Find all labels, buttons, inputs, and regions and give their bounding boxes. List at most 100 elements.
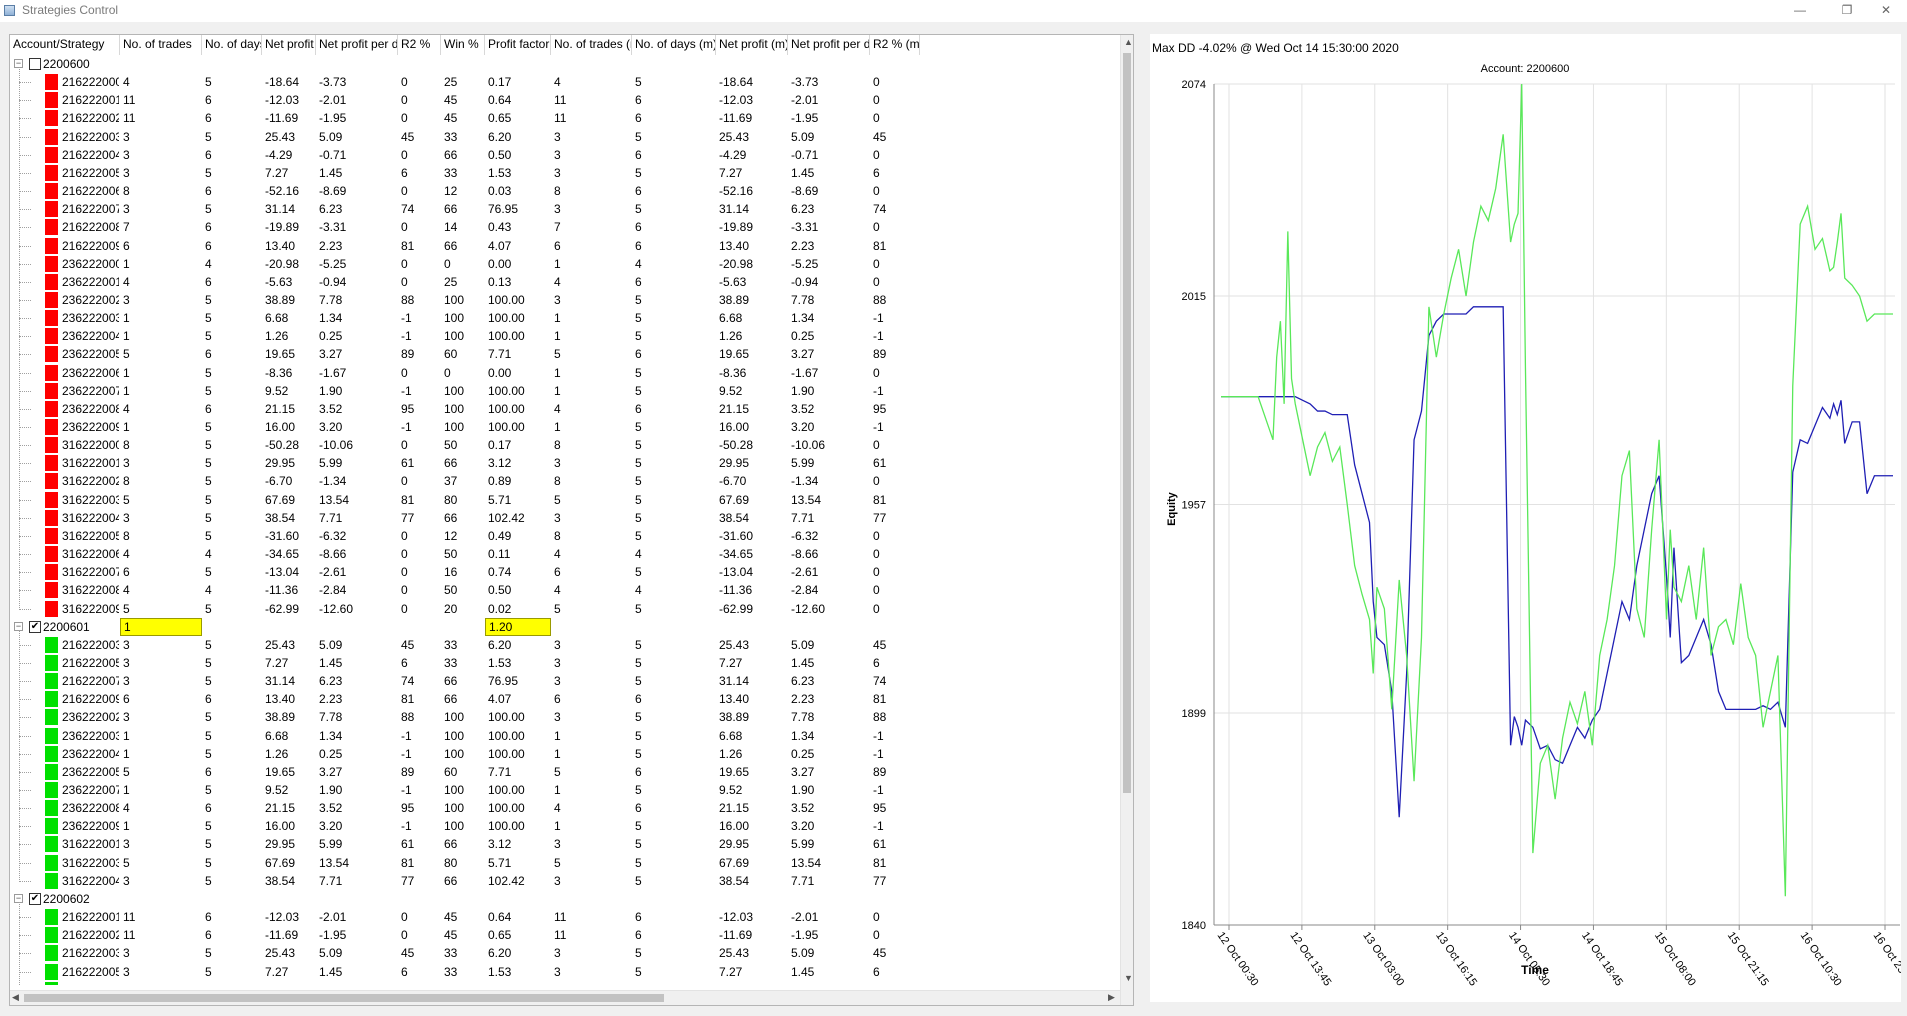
strategy-row[interactable]: 236222009 1 5 16.00 3.20 -1 100 100.00 1 5 16.00 3.… xyxy=(10,817,1120,835)
strategies-tree[interactable]: Account/Strategy No. of trades No. of days… xyxy=(9,34,1134,1006)
strategy-row[interactable]: 236222004 1 5 1.26 0.25 -1 100 100.00 1 5 1.26 0.25… xyxy=(10,745,1120,763)
strategy-row[interactable]: 236222004 1 5 1.26 0.25 -1 100 100.00 1 5 1.26 0.25… xyxy=(10,327,1120,345)
strategy-row[interactable]: 2162220073531.146.23746676.953531.146.23… xyxy=(10,981,1120,985)
strategy-status-indicator[interactable] xyxy=(45,473,58,490)
account-row[interactable]: − ✔ 2200602 xyxy=(10,889,1120,908)
strategy-status-indicator[interactable] xyxy=(45,782,58,798)
strategy-status-indicator[interactable] xyxy=(45,491,58,508)
column-header[interactable]: Net profit xyxy=(262,35,316,55)
strategy-row[interactable]: 216222004 3 6 -4.29 -0.71 0 66 0.50 3 6 -4.29 -0.71… xyxy=(10,146,1120,164)
strategy-status-indicator[interactable] xyxy=(45,945,58,962)
column-header[interactable]: No. of trades (m) xyxy=(551,35,632,55)
strategy-row[interactable]: 216222008 7 6 -19.89 -3.31 0 14 0.43 7 6 -19.89 -3.… xyxy=(10,218,1120,236)
strategy-status-indicator[interactable] xyxy=(45,963,58,980)
horizontal-scroll-thumb[interactable] xyxy=(24,994,664,1002)
column-header[interactable]: Net profit per day xyxy=(788,35,870,55)
column-header[interactable]: R2 % xyxy=(398,35,441,55)
account-row[interactable]: − ✔ 2200601 1 1.20 xyxy=(10,617,1120,636)
horizontal-scrollbar[interactable]: ◀ ▶ xyxy=(10,990,1120,1005)
strategy-status-indicator[interactable] xyxy=(45,201,58,218)
strategy-status-indicator[interactable] xyxy=(45,927,58,944)
column-header[interactable]: Net profit per day xyxy=(316,35,398,55)
strategy-row[interactable]: 236222008 4 6 21.15 3.52 95 100 100.00 4 6 21.15 3.… xyxy=(10,400,1120,418)
strategy-status-indicator[interactable] xyxy=(45,92,58,109)
strategy-status-indicator[interactable] xyxy=(45,419,58,435)
strategy-row[interactable]: 236222003 1 5 6.68 1.34 -1 100 100.00 1 5 6.68 1.34… xyxy=(10,727,1120,745)
strategy-row[interactable]: 216222009 6 6 13.40 2.23 81 66 4.07 6 6 13.40 2.23 8… xyxy=(10,690,1120,708)
strategy-status-indicator[interactable] xyxy=(45,654,58,671)
strategy-row[interactable]: 236222006 1 5 -8.36 -1.67 0 0 0.00 1 5 -8.36 -1.67 0 xyxy=(10,364,1120,382)
strategy-status-indicator[interactable] xyxy=(45,745,58,762)
strategy-row[interactable]: 236222005 5 6 19.65 3.27 89 60 7.71 5 6 19.65 3.27 8… xyxy=(10,345,1120,363)
strategy-row[interactable]: 236222002 3 5 38.89 7.78 88 100 100.00 3 5 38.89 7.… xyxy=(10,708,1120,726)
strategy-status-indicator[interactable] xyxy=(45,183,58,200)
strategy-row[interactable]: 2162220073531.146.23746676.953531.146.23… xyxy=(10,672,1120,690)
trades-filter-input[interactable]: 1 xyxy=(120,617,202,636)
strategy-row[interactable]: 316222004 3 5 38.54 7.71 77 66 102.42 3 5 38.54 7.7… xyxy=(10,872,1120,890)
strategy-status-indicator[interactable] xyxy=(45,74,58,91)
strategy-row[interactable]: 216222002 11 6 -11.69 -1.95 0 45 0.65 11 6 -11.69 -… xyxy=(10,926,1120,944)
strategy-status-indicator[interactable] xyxy=(45,146,58,163)
profit-factor-filter-input[interactable]: 1.20 xyxy=(485,617,551,636)
strategy-status-indicator[interactable] xyxy=(45,582,58,599)
strategy-row[interactable]: 216222003 3 5 25.43 5.09 45 33 6.20 3 5 25.43 5.09 4… xyxy=(10,128,1120,146)
strategy-status-indicator[interactable] xyxy=(45,110,58,127)
strategy-status-indicator[interactable] xyxy=(45,564,58,581)
strategy-row[interactable]: 316222004 3 5 38.54 7.71 77 66 102.42 3 5 38.54 7.7… xyxy=(10,509,1120,527)
strategy-row[interactable]: 216222001 11 6 -12.03 -2.01 0 45 0.64 11 6 -12.03 -… xyxy=(10,91,1120,109)
strategy-row[interactable]: 316222001 3 5 29.95 5.99 61 66 3.12 3 5 29.95 5.99 6… xyxy=(10,835,1120,853)
strategy-status-indicator[interactable] xyxy=(45,328,58,345)
strategy-row[interactable]: 316222003 5 5 67.69 13.54 81 80 5.71 5 5 67.69 13.5… xyxy=(10,491,1120,509)
strategy-row[interactable]: 236222005 5 6 19.65 3.27 89 60 7.71 5 6 19.65 3.27 8… xyxy=(10,763,1120,781)
strategy-row[interactable]: 236222007 1 5 9.52 1.90 -1 100 100.00 1 5 9.52 1.90… xyxy=(10,382,1120,400)
strategy-status-indicator[interactable] xyxy=(45,763,58,780)
strategy-row[interactable]: 216222003 3 5 25.43 5.09 45 33 6.20 3 5 25.43 5.09 4… xyxy=(10,944,1120,962)
strategy-row[interactable]: 236222002 3 5 38.89 7.78 88 100 100.00 3 5 38.89 7.… xyxy=(10,291,1120,309)
strategy-row[interactable]: 316222001 3 5 29.95 5.99 61 66 3.12 3 5 29.95 5.99 6… xyxy=(10,454,1120,472)
strategy-row[interactable]: 216222009 6 6 13.40 2.23 81 66 4.07 6 6 13.40 2.23 8… xyxy=(10,237,1120,255)
strategy-status-indicator[interactable] xyxy=(45,455,58,472)
account-checkbox[interactable]: ✔ xyxy=(29,892,41,905)
strategy-row[interactable]: 236222003 1 5 6.68 1.34 -1 100 100.00 1 5 6.68 1.34… xyxy=(10,309,1120,327)
minimize-button[interactable]: — xyxy=(1780,0,1820,22)
strategy-status-indicator[interactable] xyxy=(45,128,58,145)
strategy-row[interactable]: 316222002 8 5 -6.70 -1.34 0 37 0.89 8 5 -6.70 -1.34… xyxy=(10,472,1120,490)
strategy-row[interactable]: 216222000 4 5 -18.64 -3.73 0 25 0.17 4 5 -18.64 -3.… xyxy=(10,73,1120,91)
strategy-row[interactable]: 316222009 5 5 -62.99 -12.60 0 20 0.02 5 5 -62.99 -1… xyxy=(10,600,1120,618)
strategy-row[interactable]: 216222001 11 6 -12.03 -2.01 0 45 0.64 11 6 -12.03 -… xyxy=(10,908,1120,926)
strategy-status-indicator[interactable] xyxy=(45,909,58,926)
strategy-status-indicator[interactable] xyxy=(45,364,58,381)
strategy-row[interactable]: 236222007 1 5 9.52 1.90 -1 100 100.00 1 5 9.52 1.90… xyxy=(10,781,1120,799)
strategy-status-indicator[interactable] xyxy=(45,273,58,290)
strategy-status-indicator[interactable] xyxy=(45,673,58,690)
strategy-status-indicator[interactable] xyxy=(45,800,58,817)
column-header[interactable]: Profit factor xyxy=(485,35,551,55)
strategy-row[interactable]: 216222005 3 5 7.27 1.45 6 33 1.53 3 5 7.27 1.45 6 xyxy=(10,963,1120,981)
strategy-status-indicator[interactable] xyxy=(45,727,58,744)
column-header[interactable]: Account/Strategy xyxy=(10,35,120,55)
scroll-up-arrow-icon[interactable]: ▲ xyxy=(1124,37,1133,47)
strategy-status-indicator[interactable] xyxy=(45,709,58,726)
strategy-status-indicator[interactable] xyxy=(45,237,58,254)
strategy-status-indicator[interactable] xyxy=(45,346,58,363)
strategy-status-indicator[interactable] xyxy=(45,527,58,544)
scroll-left-arrow-icon[interactable]: ◀ xyxy=(12,992,19,1003)
strategy-row[interactable]: 316222007 6 5 -13.04 -2.61 0 16 0.74 6 5 -13.04 -2.… xyxy=(10,563,1120,581)
strategy-status-indicator[interactable] xyxy=(45,437,58,454)
strategy-status-indicator[interactable] xyxy=(45,219,58,236)
strategy-row[interactable]: 216222003 3 5 25.43 5.09 45 33 6.20 3 5 25.43 5.09 4… xyxy=(10,636,1120,654)
scroll-right-arrow-icon[interactable]: ▶ xyxy=(1108,992,1115,1003)
account-checkbox[interactable] xyxy=(29,58,41,70)
vertical-scroll-thumb[interactable] xyxy=(1123,53,1131,793)
strategy-row[interactable]: 236222009 1 5 16.00 3.20 -1 100 100.00 1 5 16.00 3.… xyxy=(10,418,1120,436)
strategy-row[interactable]: 2162220073531.146.23746676.953531.146.23… xyxy=(10,200,1120,218)
column-header[interactable]: No. of trades xyxy=(120,35,202,55)
strategy-row[interactable]: 316222003 5 5 67.69 13.54 81 80 5.71 5 5 67.69 13.5… xyxy=(10,854,1120,872)
strategy-status-indicator[interactable] xyxy=(45,164,58,181)
strategy-row[interactable]: 316222000 8 5 -50.28 -10.06 0 50 0.17 8 5 -50.28 -1… xyxy=(10,436,1120,454)
strategy-row[interactable]: 316222005 8 5 -31.60 -6.32 0 12 0.49 8 5 -31.60 -6.… xyxy=(10,527,1120,545)
strategy-status-indicator[interactable] xyxy=(45,691,58,708)
strategy-status-indicator[interactable] xyxy=(45,255,58,272)
strategy-row[interactable]: 216222002 11 6 -11.69 -1.95 0 45 0.65 11 6 -11.69 -… xyxy=(10,109,1120,127)
strategy-status-indicator[interactable] xyxy=(45,818,58,835)
